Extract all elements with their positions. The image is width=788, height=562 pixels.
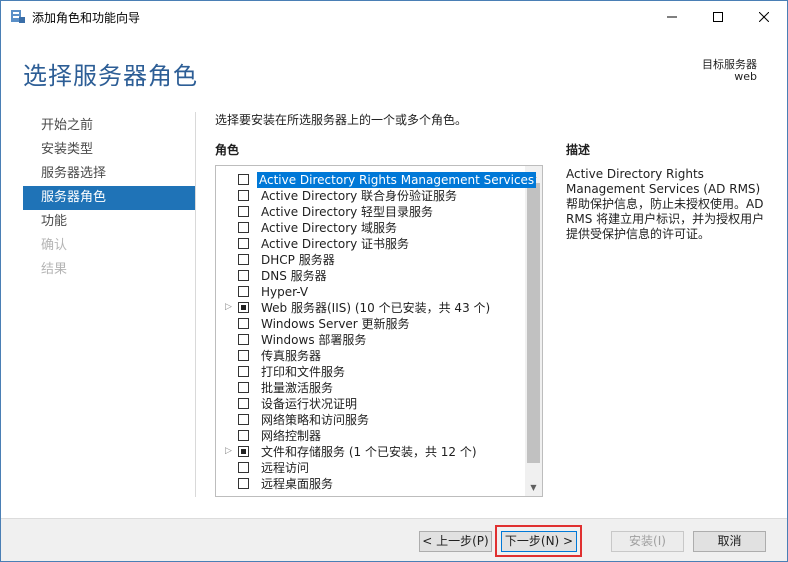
role-checkbox[interactable]	[238, 206, 249, 217]
minimize-button[interactable]	[649, 1, 695, 32]
role-row[interactable]: ▷ Web 服务器(IIS) (10 个已安装，共 43 个)	[216, 300, 523, 316]
nav-step[interactable]: 开始之前	[23, 114, 195, 138]
role-row[interactable]: 网络控制器	[216, 428, 523, 444]
server-manager-icon	[10, 9, 26, 24]
role-row[interactable]: ▷ 文件和存储服务 (1 个已安装，共 12 个)	[216, 444, 523, 460]
wizard-header: 选择服务器角色 目标服务器 web	[1, 32, 787, 106]
role-label: Active Directory 轻型目录服务	[261, 205, 434, 219]
nav-step: 确认	[41, 238, 68, 253]
role-label: 打印和文件服务	[261, 365, 346, 379]
role-checkbox[interactable]	[238, 462, 249, 473]
role-row[interactable]: Windows Server 更新服务	[216, 316, 523, 332]
role-row[interactable]: 远程桌面服务	[216, 476, 523, 492]
role-row[interactable]: 远程访问	[216, 460, 523, 476]
role-checkbox[interactable]	[238, 350, 249, 361]
close-button[interactable]	[741, 1, 787, 32]
role-label: Hyper-V	[261, 285, 309, 299]
expand-arrow-icon[interactable]: ▷	[225, 302, 232, 312]
instructions-text: 选择要安装在所选服务器上的一个或多个角色。	[215, 113, 468, 127]
role-checkbox[interactable]	[238, 302, 249, 313]
roles-list[interactable]: ▲ ▼ Active Directory Rights Management S…	[215, 165, 543, 497]
role-checkbox[interactable]	[238, 430, 249, 441]
role-label: 批量激活服务	[261, 381, 334, 395]
description-header: 描述	[566, 143, 591, 157]
previous-button[interactable]: < 上一步(P)	[419, 531, 492, 552]
role-label: Active Directory 证书服务	[261, 237, 410, 251]
role-label: 传真服务器	[261, 349, 322, 363]
role-checkbox[interactable]	[238, 446, 249, 457]
role-row[interactable]: DHCP 服务器	[216, 252, 523, 268]
roles-scrollbar[interactable]: ▲ ▼	[525, 166, 542, 496]
target-server-value: web	[734, 70, 757, 83]
nav-step[interactable]: 安装类型	[23, 138, 195, 162]
role-label: 远程访问	[261, 461, 310, 475]
description-text: Active Directory Rights Management Servi…	[566, 167, 765, 241]
role-row[interactable]: Active Directory 域服务	[216, 220, 523, 236]
role-row[interactable]: Active Directory Rights Management Servi…	[216, 172, 537, 188]
scroll-thumb[interactable]	[527, 183, 540, 463]
role-row[interactable]: Windows 部署服务	[216, 332, 523, 348]
wizard-window: 添加角色和功能向导 选择服务器角色 目标服务器 web 开始之前 安装类型 服务器选…	[0, 0, 788, 562]
role-row[interactable]: Active Directory 联合身份验证服务	[216, 188, 523, 204]
role-checkbox[interactable]	[238, 334, 249, 345]
role-checkbox[interactable]	[238, 190, 249, 201]
role-label: Windows 部署服务	[261, 333, 367, 347]
wizard-steps-nav: 开始之前 安装类型 服务器选择 服务器角色 功能确认结果	[23, 114, 195, 282]
nav-step[interactable]: 服务器选择	[23, 162, 195, 186]
role-row[interactable]: 批量激活服务	[216, 380, 523, 396]
role-checkbox[interactable]	[238, 414, 249, 425]
role-checkbox[interactable]	[238, 366, 249, 377]
role-label: Active Directory 联合身份验证服务	[261, 189, 458, 203]
role-row[interactable]: Active Directory 证书服务	[216, 236, 523, 252]
role-checkbox[interactable]	[238, 174, 249, 185]
role-row[interactable]: 设备运行状况证明	[216, 396, 523, 412]
role-checkbox[interactable]	[238, 398, 249, 409]
role-checkbox[interactable]	[238, 478, 249, 489]
role-row[interactable]: 传真服务器	[216, 348, 523, 364]
role-row[interactable]: 网络策略和访问服务	[216, 412, 523, 428]
role-label: 网络控制器	[261, 429, 322, 443]
page-title: 选择服务器角色	[23, 62, 198, 90]
role-label: 设备运行状况证明	[261, 397, 358, 411]
role-label: Web 服务器(IIS) (10 个已安装，共 43 个)	[261, 301, 491, 315]
expand-arrow-icon[interactable]: ▷	[225, 446, 232, 456]
maximize-icon	[713, 11, 723, 22]
role-checkbox[interactable]	[238, 238, 249, 249]
role-label: 远程桌面服务	[261, 477, 334, 491]
role-label: DNS 服务器	[261, 269, 327, 283]
scroll-down-icon[interactable]: ▼	[525, 479, 542, 496]
title-bar[interactable]: 添加角色和功能向导	[1, 1, 787, 32]
role-row[interactable]: 打印和文件服务	[216, 364, 523, 380]
role-label: Active Directory Rights Management Servi…	[257, 172, 537, 188]
nav-divider	[195, 112, 196, 497]
minimize-icon	[667, 16, 677, 17]
role-label: Windows Server 更新服务	[261, 317, 410, 331]
role-label: 文件和存储服务 (1 个已安装，共 12 个)	[261, 445, 477, 459]
role-checkbox[interactable]	[238, 254, 249, 265]
cancel-button[interactable]: 取消	[693, 531, 766, 552]
role-label: 网络策略和访问服务	[261, 413, 370, 427]
role-label: DHCP 服务器	[261, 253, 335, 267]
role-row[interactable]: DNS 服务器	[216, 268, 523, 284]
role-checkbox[interactable]	[238, 318, 249, 329]
role-checkbox[interactable]	[238, 286, 249, 297]
role-checkbox[interactable]	[238, 382, 249, 393]
role-checkbox[interactable]	[238, 222, 249, 233]
nav-step[interactable]: 功能	[23, 210, 195, 234]
install-button[interactable]: 安装(I)	[611, 531, 684, 552]
window-title: 添加角色和功能向导	[32, 11, 141, 25]
maximize-button[interactable]	[695, 1, 741, 32]
wizard-footer: < 上一步(P) 下一步(N) > 安装(I) 取消	[1, 518, 787, 561]
roles-header: 角色	[215, 143, 240, 157]
nav-step: 结果	[41, 262, 68, 277]
role-label: Active Directory 域服务	[261, 221, 398, 235]
role-row[interactable]: Hyper-V	[216, 284, 523, 300]
close-icon	[759, 11, 769, 22]
role-row[interactable]: Active Directory 轻型目录服务	[216, 204, 523, 220]
next-button[interactable]: 下一步(N) >	[501, 531, 577, 552]
nav-step[interactable]: 服务器角色	[23, 186, 195, 210]
role-checkbox[interactable]	[238, 270, 249, 281]
